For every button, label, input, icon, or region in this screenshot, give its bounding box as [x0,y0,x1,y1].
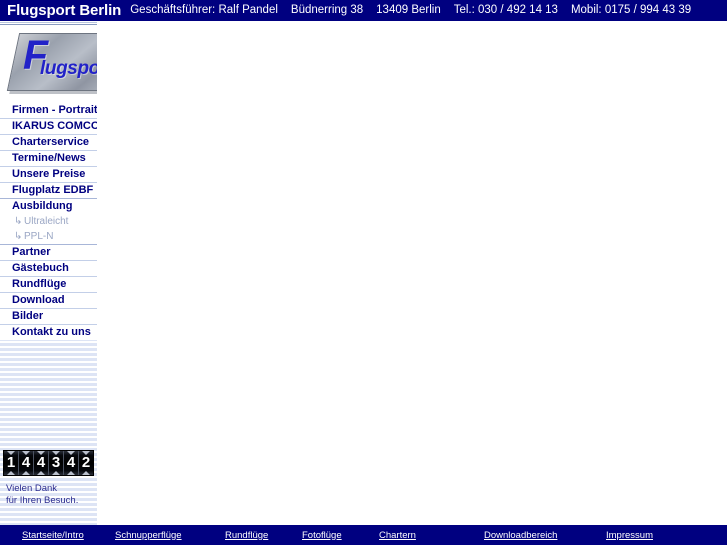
sidebar-item-label: Termine/News [12,152,86,164]
visitor-counter: 1 4 4 3 4 2 [3,450,94,476]
sidebar-item-download[interactable]: Download [0,292,97,308]
thanks-message: Vielen Dank für Ihren Besuch. [6,483,96,507]
header-contact-info: Geschäftsführer: Ralf Pandel Büdnerring 3… [121,0,704,21]
footer-link-rundfluege[interactable]: Rundflüge [225,530,302,541]
sidebar-item-termine-news[interactable]: Termine/News [0,150,97,166]
sidebar-subitem-label: PPL-N [24,231,54,242]
sidebar-item-label: Gästebuch [12,262,69,274]
sidebar-item-label: Unsere Preise [12,168,86,180]
sidebar-item-label: Ausbildung [12,200,73,212]
counter-digit: 4 [64,451,79,475]
header-contact-manager: Geschäftsführer: Ralf Pandel [130,4,278,16]
sidebar-item-charterservice[interactable]: Charterservice [0,134,97,150]
footer-link-list: Startseite/Intro Schnupperflüge Rundflüg… [0,525,727,545]
site-header-bar: Flugsport Berlin Geschäftsführer: Ralf Pa… [0,0,727,21]
sidebar-item-ikarus-comco[interactable]: IKARUS COMCO [0,118,97,134]
sidebar-item-label: Flugplatz EDBF [12,184,94,196]
sidebar-item-flugplatz-edbf[interactable]: Flugplatz EDBF [0,182,97,198]
odometer-counter: 1 4 4 3 4 2 [3,450,94,476]
sidebar-item-bilder[interactable]: Bilder [0,308,97,324]
thanks-line-2: für Ihren Besuch. [6,495,79,506]
sidebar-item-kontakt-zu-uns[interactable]: Kontakt zu uns [0,324,97,340]
counter-digit: 3 [49,451,64,475]
sidebar-item-label: Bilder [12,310,44,322]
footer-link-schnupperfluege[interactable]: Schnupperflüge [115,530,225,541]
footer-link-fotofluege[interactable]: Fotoflüge [302,530,379,541]
sidebar-subitem-label: Ultraleicht [24,216,69,227]
sidebar-item-label: Charterservice [12,136,90,148]
footer-link-chartern[interactable]: Chartern [379,530,484,541]
sidebar-item-label: Rundflüge [12,278,67,290]
footer-link-impressum[interactable]: Impressum [606,530,686,541]
sidebar-nav-menu: Firmen - Portrait IKARUS COMCO Charterse… [0,103,97,340]
counter-digit: 2 [79,451,93,475]
sidebar-item-label: Kontakt zu uns [12,326,91,338]
sidebar-item-rundfluege[interactable]: Rundflüge [0,276,97,292]
counter-digit: 1 [4,451,19,475]
sidebar-subitem-ppl-n[interactable]: ↳ PPL-N [0,229,97,244]
main-content-area [97,21,727,525]
footer-bar: Startseite/Intro Schnupperflüge Rundflüg… [0,525,727,545]
sidebar-item-label: IKARUS COMCO [12,120,97,132]
corner-arrow-icon: ↳ [14,231,23,242]
footer-link-startseite-intro[interactable]: Startseite/Intro [22,530,115,541]
sidebar-item-label: Download [12,294,65,306]
sidebar-item-ausbildung[interactable]: Ausbildung [0,198,97,214]
sidebar-item-label: Firmen - Portrait [12,104,97,116]
sidebar-item-partner[interactable]: Partner [0,244,97,260]
header-contact-city: 13409 Berlin [376,4,441,16]
header-contact-mobile: Mobil: 0175 / 994 43 39 [570,4,692,16]
sidebar-subitem-ultraleicht[interactable]: ↳ Ultraleicht [0,214,97,229]
sidebar-item-firmen-portrait[interactable]: Firmen - Portrait [0,103,97,118]
footer-link-downloadbereich[interactable]: Downloadbereich [484,530,606,541]
sidebar-item-label: Partner [12,246,51,258]
sidebar-item-gaestebuch[interactable]: Gästebuch [0,260,97,276]
site-brand-title: Flugsport Berlin [7,2,122,19]
thanks-line-1: Vielen Dank [6,483,58,494]
sidebar-item-unsere-preise[interactable]: Unsere Preise [0,166,97,182]
header-contact-phone: Tel.: 030 / 492 14 13 [453,4,558,16]
corner-arrow-icon: ↳ [14,216,23,227]
counter-digit: 4 [34,451,49,475]
counter-digit: 4 [19,451,34,475]
header-contact-street: Büdnerring 38 [290,4,364,16]
